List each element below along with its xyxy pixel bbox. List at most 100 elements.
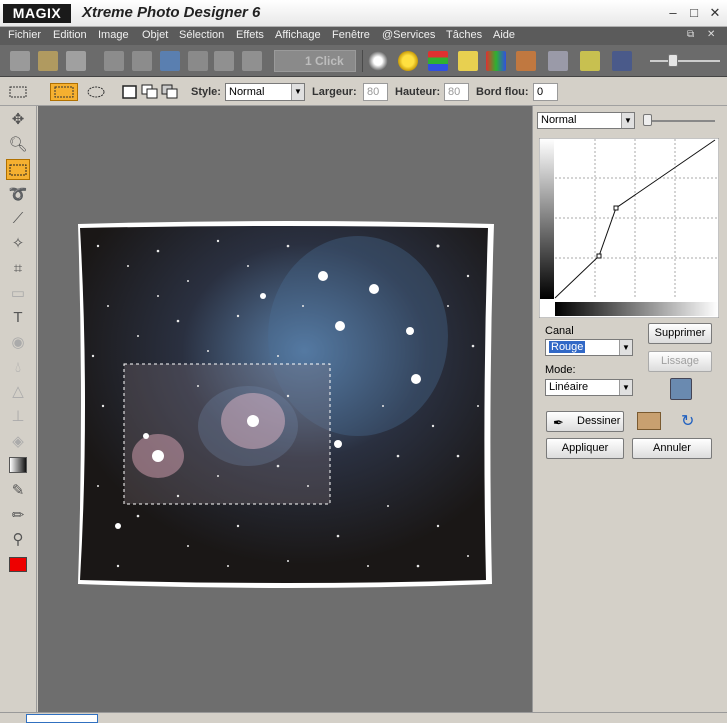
options-toolbar: Style: Normal ▼ Largeur: 80 Hauteur: 80 … [0,78,727,106]
menu-bar: Fichier Edition Image Objet Sélection Ef… [0,27,727,45]
compare-icon[interactable] [637,412,661,430]
print-icon[interactable] [132,51,152,71]
cancel-button[interactable]: Annuler [632,438,712,459]
zoom-tool-icon[interactable]: 🔍︎ [6,134,30,155]
restore-icon[interactable]: ⧉ [687,29,694,40]
channel-select[interactable]: Rouge ▼ [545,339,633,356]
zoom-slider-thumb[interactable] [668,54,678,67]
lightbulb-icon[interactable] [458,51,478,71]
draw-label: Dessiner [577,415,621,427]
curve-point[interactable] [613,205,619,211]
tool-palette: ✥ 🔍︎ ➰ ⟋ ✧ ⌗ ▭ T ◉ 💧︎ △ ⊥ ◈ ✎ ✏︎ ⚲ [0,106,37,712]
straighten-tool-icon[interactable]: ▭ [6,283,30,304]
sharpen-tool-icon[interactable]: △ [6,381,30,402]
add-selection-icon[interactable] [140,83,160,101]
doc-close-icon[interactable]: ✕ [707,29,715,40]
zoom-slider-track [650,60,720,62]
apply-button[interactable]: Appliquer [546,438,624,459]
lasso-tool-icon[interactable]: ➰ [6,184,30,205]
menu-fenetre[interactable]: Fenêtre [332,29,370,41]
one-click-button[interactable]: 1 Click [274,50,356,72]
chevron-down-icon: ▼ [621,113,634,128]
blur-tool-icon[interactable]: 💧︎ [6,357,30,378]
reset-icon[interactable]: ↻ [681,411,694,431]
subtract-selection-icon[interactable] [160,83,180,101]
monitor-icon[interactable] [214,51,234,71]
pencil-tool-icon[interactable]: ✏︎ [6,505,30,526]
rect-select-button[interactable] [50,83,78,101]
chevron-down-icon: ▼ [291,84,304,100]
maximize-icon[interactable]: □ [686,5,702,21]
save-icon[interactable] [104,51,124,71]
status-bar [0,712,727,723]
ellipse-select-icon[interactable] [86,83,106,101]
menu-selection[interactable]: Sélection [179,29,224,41]
width-input[interactable]: 80 [363,83,388,101]
menu-taches[interactable]: Tâches [446,29,482,41]
transform-tool-icon[interactable]: ⟋ [6,208,30,229]
brush-tool-icon[interactable]: ✎ [6,480,30,501]
menu-fichier[interactable]: Fichier [8,29,41,41]
grid-view-icon[interactable] [242,51,262,71]
crop-tool-icon[interactable]: ⌗ [6,258,30,279]
rect-select-tool-icon[interactable] [6,159,30,180]
mode-select[interactable]: Linéaire ▼ [545,379,633,396]
contrast-icon[interactable] [368,51,388,71]
color-balance-icon[interactable] [428,51,448,71]
undo-icon[interactable] [160,51,180,71]
feather-input[interactable]: 0 [533,83,558,101]
redo-icon[interactable] [188,51,208,71]
canvas-area[interactable] [38,106,532,712]
photo-canvas[interactable] [38,106,532,712]
menu-image[interactable]: Image [98,29,129,41]
style-select[interactable]: Normal ▼ [225,83,305,101]
text-tool-icon[interactable]: T [6,307,30,328]
delete-button[interactable]: Supprimer [648,323,712,344]
opacity-slider-thumb[interactable] [643,114,652,126]
move-tool-icon[interactable]: ✥ [6,109,30,130]
fx-icon[interactable] [612,51,632,71]
main-toolbar: 1 Click [0,45,727,77]
close-icon[interactable]: ✕ [707,5,723,21]
minimize-icon[interactable]: – [665,5,681,21]
blend-mode-select[interactable]: Normal ▼ [537,112,635,129]
frame-icon[interactable] [580,51,600,71]
height-input[interactable]: 80 [444,83,469,101]
draw-button[interactable]: ✒ Dessiner [546,411,624,432]
portrait-icon[interactable] [516,51,536,71]
selection-rect-icon[interactable] [8,83,28,101]
new-file-icon[interactable] [10,51,30,71]
brightness-icon[interactable] [398,51,418,71]
browse-icon[interactable] [66,51,86,71]
foreground-color-swatch[interactable] [6,554,30,575]
eyedropper-tool-icon[interactable]: ⚲ [6,529,30,550]
stamp-tool-icon[interactable]: ⊥ [6,406,30,427]
red-eye-tool-icon[interactable]: ◉ [6,332,30,353]
height-label: Hauteur: [395,86,441,98]
menu-objet[interactable]: Objet [142,29,168,41]
width-label: Largeur: [312,86,357,98]
style-value: Normal [229,86,265,98]
pen-icon: ✒ [553,415,564,430]
menu-affichage[interactable]: Affichage [275,29,321,41]
curves-graph[interactable] [539,138,719,318]
channel-label: Canal [545,325,574,337]
color-wheel-icon[interactable] [486,51,506,71]
feather-label: Bord flou: [476,86,529,98]
gradient-tool-icon[interactable] [6,455,30,476]
smooth-button[interactable]: Lissage [648,351,712,372]
wand-tool-icon[interactable] [548,51,568,71]
channel-preview-icon[interactable] [670,378,692,400]
magic-wand-icon[interactable]: ✧ [6,233,30,254]
channel-value: Rouge [549,341,586,353]
new-selection-icon[interactable] [120,83,140,101]
blend-mode-value: Normal [541,114,577,126]
menu-services[interactable]: @Services [382,29,435,41]
fill-tool-icon[interactable]: ◈ [6,431,30,452]
menu-effets[interactable]: Effets [236,29,264,41]
menu-edition[interactable]: Edition [53,29,87,41]
open-folder-icon[interactable] [38,51,58,71]
mode-label: Mode: [545,364,576,376]
menu-aide[interactable]: Aide [493,29,515,41]
curve-point[interactable] [596,253,602,259]
